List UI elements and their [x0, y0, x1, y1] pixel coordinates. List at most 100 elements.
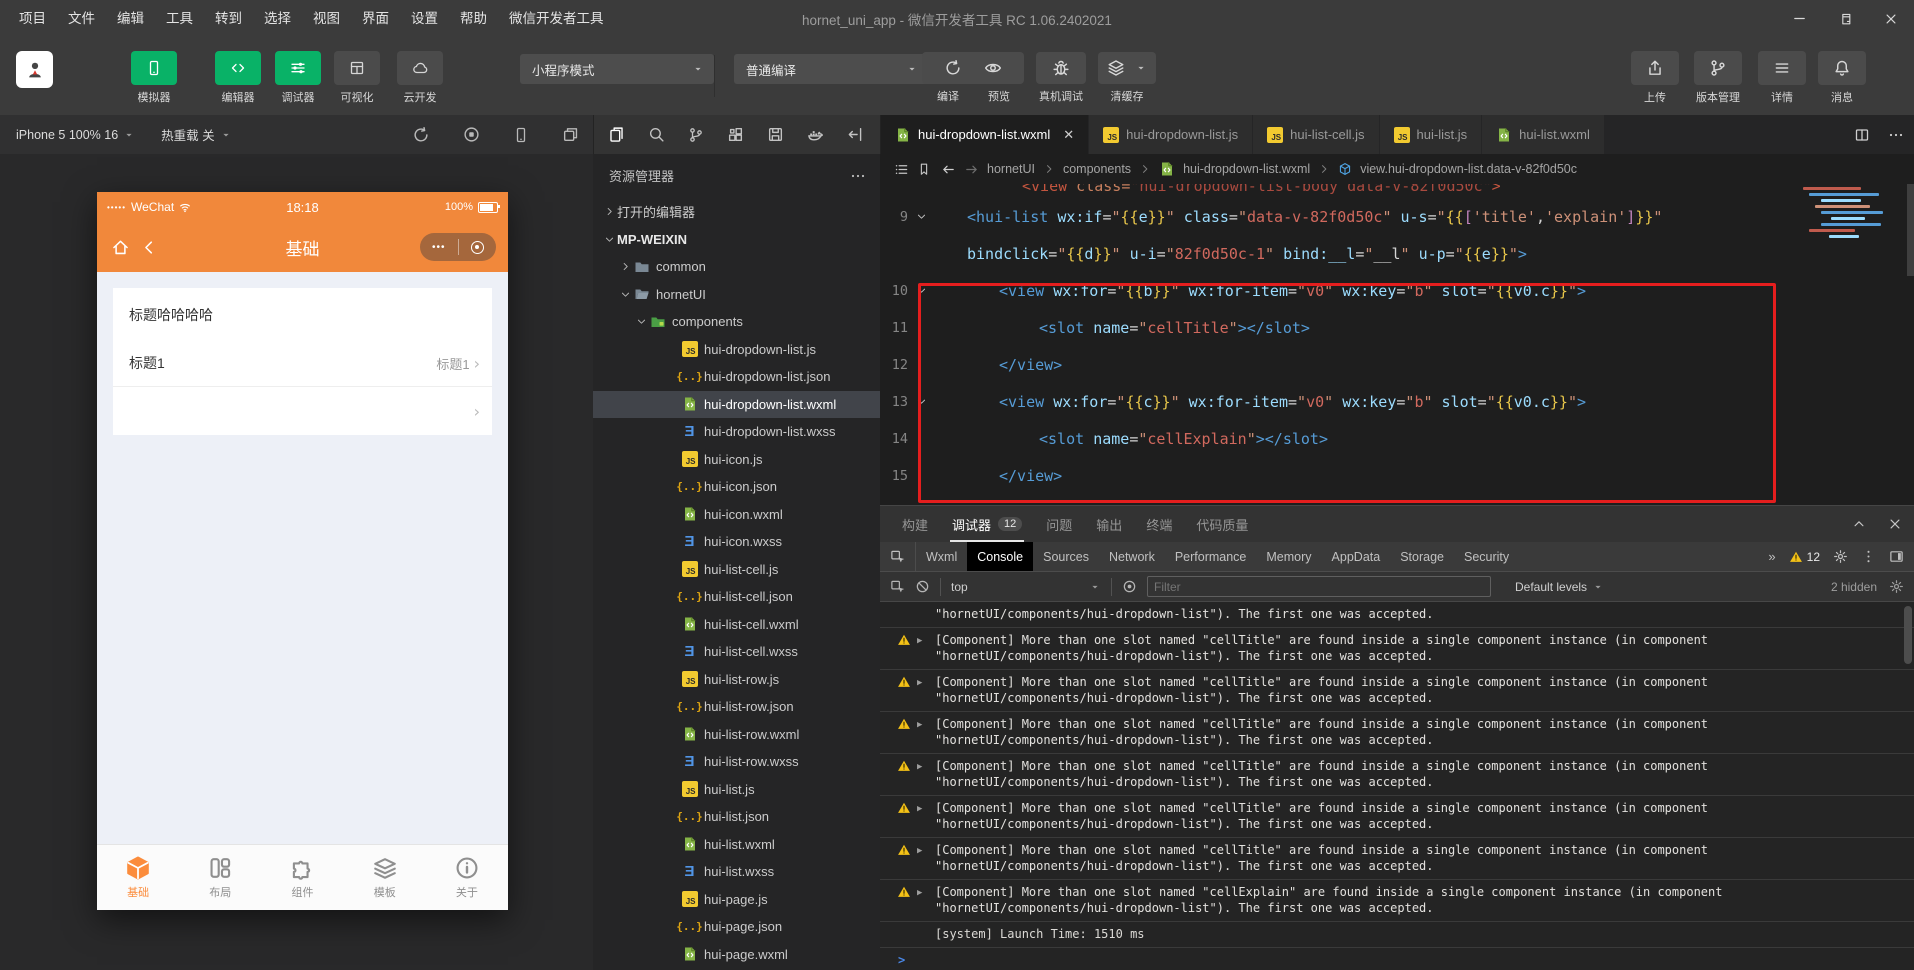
toolbar-button-云开发[interactable]: 云开发: [397, 51, 443, 105]
devtools-tab-Network[interactable]: Network: [1099, 542, 1165, 571]
eye-icon[interactable]: [1122, 579, 1137, 594]
devtools-tab-AppData[interactable]: AppData: [1322, 542, 1391, 571]
inspect-icon[interactable]: [890, 579, 905, 594]
console-prompt[interactable]: >: [880, 948, 1914, 970]
collapse-panel-icon[interactable]: [1852, 517, 1866, 531]
console-scrollbar[interactable]: [1904, 606, 1912, 664]
console-warning-partial[interactable]: "hornetUI/components/hui-dropdown-list")…: [880, 602, 1914, 628]
menu-item-编辑[interactable]: 编辑: [106, 0, 155, 37]
console-warning[interactable]: ▶ [Component] More than one slot named "c…: [880, 670, 1914, 712]
branch2-icon[interactable]: [688, 127, 704, 143]
console-settings-icon[interactable]: [1889, 579, 1904, 594]
files-icon[interactable]: [608, 126, 625, 143]
console-warning[interactable]: ▶ [Component] More than one slot named "c…: [880, 712, 1914, 754]
preview-button[interactable]: [984, 59, 1002, 77]
clear-cache-button[interactable]: [1107, 59, 1125, 77]
tree-item-hui-dropdown-list.wxml[interactable]: hui-dropdown-list.wxml: [593, 390, 880, 418]
split-editor-icon[interactable]: [1854, 127, 1870, 143]
settings-icon[interactable]: [1833, 549, 1848, 564]
tab-close-icon[interactable]: ✕: [1063, 127, 1074, 143]
menu-item-工具[interactable]: 工具: [155, 0, 204, 37]
tree-item-hui-dropdown-list.json[interactable]: {..} hui-dropdown-list.json: [593, 363, 880, 390]
toolbar-button-调试器[interactable]: 调试器: [275, 51, 321, 105]
tree-item-hui-list-row.wxss[interactable]: Ǝhui-list-row.wxss: [593, 748, 880, 775]
compile-button[interactable]: [944, 59, 962, 77]
outline-icon[interactable]: [894, 162, 909, 177]
tab-hui-list-cell.js[interactable]: JS hui-list-cell.js: [1253, 115, 1380, 154]
menu-item-项目[interactable]: 项目: [8, 0, 57, 37]
close-button[interactable]: [1868, 0, 1914, 37]
nav-forward-icon[interactable]: [964, 162, 979, 177]
toolbar-button-版本管理[interactable]: 版本管理: [1694, 51, 1742, 105]
tree-item-hui-dropdown-list.wxss[interactable]: Ǝhui-dropdown-list.wxss: [593, 418, 880, 445]
clear-console-icon[interactable]: [915, 579, 930, 594]
menu-item-转到[interactable]: 转到: [204, 0, 253, 37]
tree-item-hui-icon.js[interactable]: JS hui-icon.js: [593, 446, 880, 473]
menu-item-视图[interactable]: 视图: [302, 0, 351, 37]
expand-arrow-icon[interactable]: ▶: [917, 675, 922, 691]
menu-item-帮助[interactable]: 帮助: [449, 0, 498, 37]
tree-item-hui-page.wxml[interactable]: hui-page.wxml: [593, 941, 880, 968]
toolbar-button-可视化[interactable]: 可视化: [334, 51, 380, 105]
devtools-tab-Security[interactable]: Security: [1454, 542, 1519, 571]
expand-arrow-icon[interactable]: ▶: [917, 885, 922, 901]
menu-item-界面[interactable]: 界面: [351, 0, 400, 37]
toolbar-button-模拟器[interactable]: 模拟器: [131, 51, 177, 105]
explorer-more-icon[interactable]: [850, 168, 866, 184]
warning-count[interactable]: 12: [1789, 550, 1820, 564]
console-warning[interactable]: ▶ [Component] More than one slot named "c…: [880, 838, 1914, 880]
capsule-close-button[interactable]: [459, 240, 497, 254]
toolbar-button-消息[interactable]: 消息: [1818, 51, 1866, 105]
hot-reload-toggle[interactable]: 热重载 关: [161, 125, 231, 144]
menu-item-微信开发者工具[interactable]: 微信开发者工具: [498, 0, 615, 37]
toolbar-button-详情[interactable]: 详情: [1758, 51, 1806, 105]
tree-item-hui-list.wxml[interactable]: hui-list.wxml: [593, 831, 880, 858]
more-actions-icon[interactable]: [1888, 127, 1904, 143]
panel-tab-问题[interactable]: 问题: [1034, 506, 1084, 542]
console-warning[interactable]: ▶ [Component] More than one slot named "c…: [880, 628, 1914, 670]
log-levels-select[interactable]: Default levels: [1515, 580, 1604, 594]
console-warning[interactable]: ▶ [Component] More than one slot named "c…: [880, 880, 1914, 922]
tree-item-hui-list.js[interactable]: JS hui-list.js: [593, 776, 880, 803]
code-area[interactable]: <view class="hui-dropdown-list-body data…: [880, 184, 1914, 505]
tree-item-打开的编辑器[interactable]: 打开的编辑器: [593, 198, 880, 225]
search-icon[interactable]: [648, 126, 665, 143]
maximize-button[interactable]: [1822, 0, 1868, 37]
tree-item-hui-list-row.js[interactable]: JS hui-list-row.js: [593, 666, 880, 693]
devtools-tab-Performance[interactable]: Performance: [1165, 542, 1257, 571]
tree-item-hui-list-cell.wxss[interactable]: Ǝhui-list-cell.wxss: [593, 638, 880, 665]
breadcrumb-segment[interactable]: components: [1063, 162, 1131, 176]
tree-item-hui-list.wxss[interactable]: Ǝhui-list.wxss: [593, 858, 880, 885]
tree-item-hui-page.json[interactable]: {..} hui-page.json: [593, 913, 880, 940]
tab-hui-dropdown-list.wxml[interactable]: hui-dropdown-list.wxml ✕: [881, 115, 1090, 154]
expand-arrow-icon[interactable]: ▶: [917, 801, 922, 817]
rotate-icon[interactable]: [412, 126, 430, 144]
tabbar-item-关于[interactable]: 关于: [426, 845, 508, 910]
tree-item-hui-list-row.wxml[interactable]: hui-list-row.wxml: [593, 721, 880, 748]
close-panel-icon[interactable]: [1888, 517, 1902, 531]
breadcrumb-segment[interactable]: hornetUI: [987, 162, 1035, 176]
tree-item-hui-list-cell.js[interactable]: JS hui-list-cell.js: [593, 556, 880, 583]
console-warning[interactable]: ▶ [Component] More than one slot named "c…: [880, 796, 1914, 838]
dock-side-icon[interactable]: [1889, 549, 1904, 564]
device-icon[interactable]: [513, 126, 529, 144]
tree-item-hui-list-cell.wxml[interactable]: hui-list-cell.wxml: [593, 611, 880, 638]
console-warning[interactable]: ▶ [Component] More than one slot named "c…: [880, 754, 1914, 796]
context-select[interactable]: top: [951, 580, 1101, 594]
tree-item-hui-page.js[interactable]: JS hui-page.js: [593, 886, 880, 913]
panel-tab-代码质量[interactable]: 代码质量: [1184, 506, 1260, 542]
expand-arrow-icon[interactable]: ▶: [917, 717, 922, 733]
toolbar-button-上传[interactable]: 上传: [1631, 51, 1679, 105]
tab-hui-list.js[interactable]: JS hui-list.js: [1379, 115, 1483, 154]
record-icon[interactable]: [463, 126, 480, 144]
tab-hui-list.wxml[interactable]: hui-list.wxml: [1482, 115, 1605, 154]
tree-item-hui-dropdown-list.js[interactable]: JS hui-dropdown-list.js: [593, 336, 880, 363]
tree-item-hui-icon.wxml[interactable]: hui-icon.wxml: [593, 501, 880, 528]
inspect-element-icon[interactable]: [880, 542, 916, 571]
panel-tab-输出[interactable]: 输出: [1084, 506, 1134, 542]
tabbar-item-模板[interactable]: 模板: [344, 845, 426, 910]
devtools-tab-Wxml[interactable]: Wxml: [916, 542, 967, 571]
tree-item-hui-list.json[interactable]: {..} hui-list.json: [593, 803, 880, 830]
menu-item-文件[interactable]: 文件: [57, 0, 106, 37]
toolbar-button-编辑器[interactable]: 编辑器: [215, 51, 261, 105]
